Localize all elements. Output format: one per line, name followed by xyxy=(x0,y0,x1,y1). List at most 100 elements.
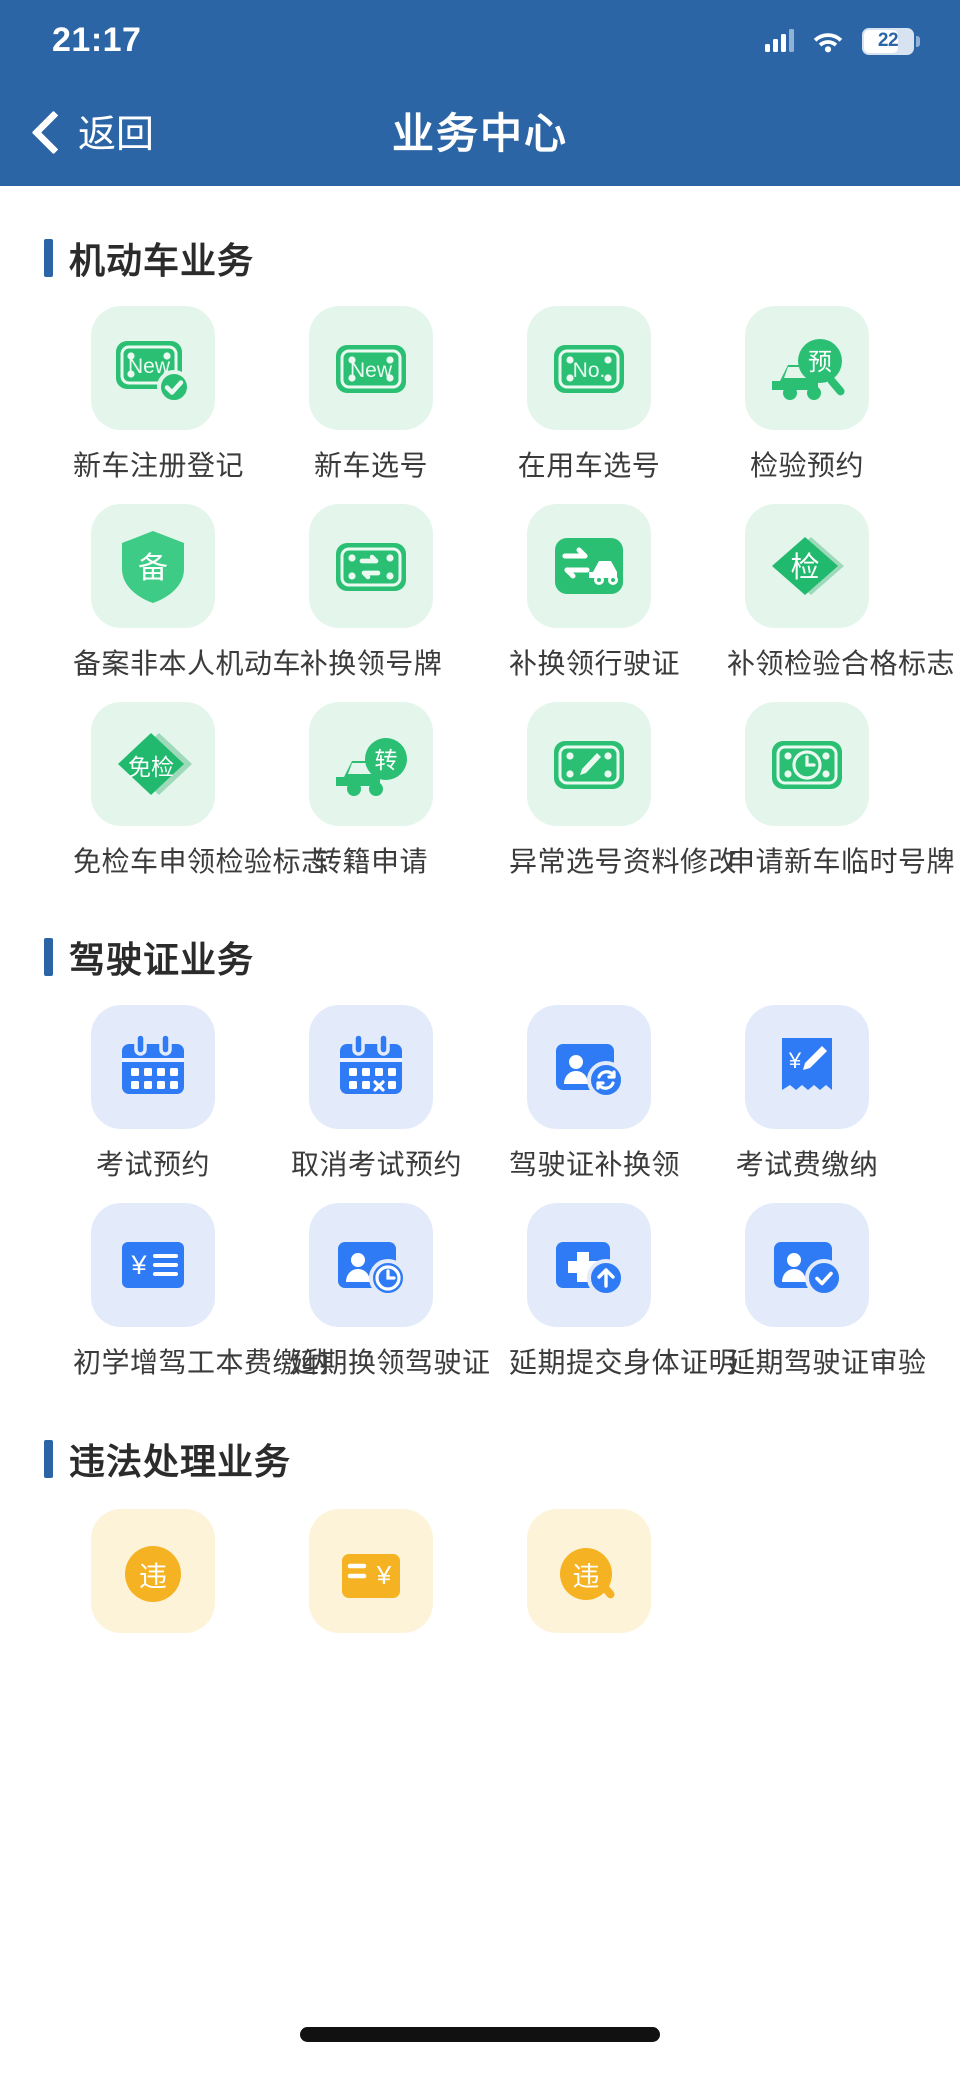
plate-edit-icon xyxy=(527,701,651,826)
section-header-vehicle: 机动车业务 xyxy=(44,232,916,284)
tile-replace-plate[interactable]: 补换领号牌 xyxy=(262,503,480,688)
tile-label: 延期驾驶证审验 xyxy=(727,1347,927,1379)
calendar-icon xyxy=(91,1005,215,1130)
svg-text:违: 违 xyxy=(139,1561,167,1592)
tile-exempt-inspection-mark[interactable]: 免检 免检车申领检验标志 xyxy=(44,701,330,886)
signal-bars-icon xyxy=(765,29,794,52)
tile-label: 异常选号资料修改 xyxy=(509,845,738,877)
section-accent-bar xyxy=(44,1440,53,1479)
main-content: 机动车业务 New 新车注册登记 New 新车选号 No. 在用车选号 预 检验… xyxy=(0,232,960,1658)
swap-car-icon xyxy=(527,503,651,628)
tile-new-vehicle-plate-select[interactable]: New 新车选号 xyxy=(262,306,480,490)
tile-delay-license-review[interactable]: 延期驾驶证审验 xyxy=(698,1203,927,1387)
calendar-cancel-icon xyxy=(309,1005,433,1130)
tile-label: 补领检验合格标志 xyxy=(727,647,956,679)
battery-icon: 22 xyxy=(862,27,920,55)
status-icons: 22 xyxy=(765,20,920,55)
tile-record-other-vehicle[interactable]: 备 备案非本人机动车 xyxy=(44,503,302,688)
svg-text:New: New xyxy=(350,359,393,382)
app-screen: 21:17 22 返回 业务中心 机动车业务 New 新车注册登记 New 新车… xyxy=(0,0,960,2079)
back-button[interactable]: 返回 xyxy=(28,103,154,158)
nav-bar: 返回 业务中心 xyxy=(0,74,960,186)
plate-clock-icon xyxy=(745,701,869,826)
tile-cancel-exam-appointment[interactable]: 取消考试预约 xyxy=(262,1005,480,1189)
tile-label: 申请新车临时号牌 xyxy=(727,845,956,877)
section-accent-bar xyxy=(44,938,53,977)
app-header: 21:17 22 返回 业务中心 xyxy=(0,0,960,186)
tile-temporary-plate[interactable]: 申请新车临时号牌 xyxy=(698,701,956,886)
violation-report-icon: 违 xyxy=(527,1509,651,1634)
plate-no-icon: No. xyxy=(527,306,651,430)
tile-transfer-application[interactable]: 转 转籍申请 xyxy=(262,701,480,886)
grid-driver-license: 考试预约 取消考试预约 驾驶证补换领 ¥ 考试费缴纳 ¥ 初学增驾工本费缴纳 延… xyxy=(44,1005,927,1387)
tile-delay-submit-medical[interactable]: 延期提交身体证明 xyxy=(480,1203,737,1387)
section-vehicle: 机动车业务 New 新车注册登记 New 新车选号 No. 在用车选号 预 检验… xyxy=(0,232,960,885)
svg-text:预: 预 xyxy=(808,349,832,376)
svg-text:检: 检 xyxy=(790,551,819,584)
tile-label: 在用车选号 xyxy=(517,450,661,481)
plate-new-icon: New xyxy=(309,306,433,430)
section-title-text: 驾驶证业务 xyxy=(69,939,255,981)
tile-violation-fee[interactable]: ¥ xyxy=(262,1509,480,1657)
receipt-yuan-edit-icon: ¥ xyxy=(745,1005,869,1130)
diamond-inspect-icon: 检 xyxy=(745,503,869,628)
tile-violation-query[interactable]: 违 xyxy=(44,1509,262,1657)
svg-text:免检: 免检 xyxy=(128,754,174,780)
tile-label: 考试预约 xyxy=(95,1149,210,1181)
tile-label: 驾驶证补换领 xyxy=(509,1149,681,1181)
id-card-refresh-icon xyxy=(527,1005,651,1130)
tile-label: 补换领号牌 xyxy=(299,647,443,679)
plate-new-check-icon: New xyxy=(91,306,215,430)
section-title-text: 机动车业务 xyxy=(69,240,255,281)
grid-vehicle: New 新车注册登记 New 新车选号 No. 在用车选号 预 检验预约 备 备… xyxy=(44,306,956,886)
section-header-driver-license: 驾驶证业务 xyxy=(44,931,916,983)
section-driver-license: 驾驶证业务 考试预约 取消考试预约 驾驶证补换领 ¥ 考试费缴纳 ¥ 初学增驾工… xyxy=(0,931,960,1387)
home-indicator-bar[interactable] xyxy=(300,2027,660,2042)
back-label: 返回 xyxy=(78,113,155,156)
svg-text:No.: No. xyxy=(573,359,606,382)
yuan-list-icon: ¥ xyxy=(91,1203,215,1328)
diamond-exempt-icon: 免检 xyxy=(91,701,215,826)
section-violation: 违法处理业务 违 ¥ 违 xyxy=(0,1433,960,1657)
tile-violation-placeholder xyxy=(698,1509,916,1657)
tile-reissue-inspection-mark[interactable]: 检 补领检验合格标志 xyxy=(698,503,956,688)
svg-text:¥: ¥ xyxy=(376,1560,392,1590)
shield-record-icon: 备 xyxy=(91,503,215,628)
car-transfer-icon: 转 xyxy=(309,701,433,826)
tile-label: 初学增驾工本费缴纳 xyxy=(73,1347,330,1379)
violation-fee-icon: ¥ xyxy=(309,1509,433,1634)
battery-level: 22 xyxy=(877,30,899,51)
tile-inuse-vehicle-plate-select[interactable]: No. 在用车选号 xyxy=(480,306,698,490)
tile-label: 考试费缴纳 xyxy=(735,1149,879,1181)
chevron-left-icon xyxy=(28,113,62,147)
tile-label: 新车选号 xyxy=(313,450,428,481)
tile-replace-vehicle-license[interactable]: 补换领行驶证 xyxy=(480,503,698,688)
tile-abnormal-plate-edit[interactable]: 异常选号资料修改 xyxy=(480,701,738,886)
tile-violation-report[interactable]: 违 xyxy=(480,1509,698,1657)
tile-replace-driver-license[interactable]: 驾驶证补换领 xyxy=(480,1005,698,1189)
car-magnifier-icon: 预 xyxy=(745,306,869,430)
tile-label: 取消考试预约 xyxy=(291,1149,463,1181)
tile-exam-appointment[interactable]: 考试预约 xyxy=(44,1005,262,1189)
violation-circle-icon: 违 xyxy=(91,1509,215,1634)
svg-text:备: 备 xyxy=(138,552,168,585)
tile-label: 补换领行驶证 xyxy=(509,647,681,679)
grid-violation: 违 ¥ 违 xyxy=(44,1509,916,1657)
tile-label: 新车注册登记 xyxy=(73,450,245,481)
tile-exam-fee-payment[interactable]: ¥ 考试费缴纳 xyxy=(698,1005,916,1189)
section-accent-bar xyxy=(44,239,53,277)
svg-text:违: 违 xyxy=(573,1562,600,1592)
tile-new-vehicle-registration[interactable]: New 新车注册登记 xyxy=(44,306,262,490)
plate-swap-icon xyxy=(309,503,433,628)
tile-inspection-appointment[interactable]: 预 检验预约 xyxy=(698,306,916,490)
tile-label: 备案非本人机动车 xyxy=(73,647,302,679)
tile-delay-replace-license[interactable]: 延期换领驾驶证 xyxy=(262,1203,490,1387)
tile-label: 免检车申领检验标志 xyxy=(73,845,330,877)
tile-learner-fee-payment[interactable]: ¥ 初学增驾工本费缴纳 xyxy=(44,1203,330,1387)
svg-text:¥: ¥ xyxy=(130,1250,147,1280)
tile-label: 检验预约 xyxy=(749,450,864,481)
section-title-text: 违法处理业务 xyxy=(69,1441,292,1483)
id-card-check-icon xyxy=(745,1203,869,1328)
section-header-violation: 违法处理业务 xyxy=(44,1433,916,1485)
tile-label: 转籍申请 xyxy=(313,845,428,877)
